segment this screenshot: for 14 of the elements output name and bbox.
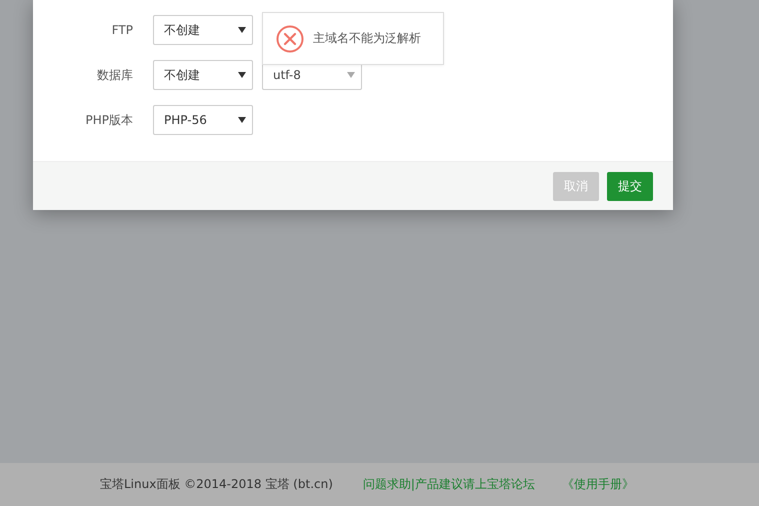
field-label: 数据库 bbox=[96, 66, 133, 84]
field-label: FTP bbox=[110, 23, 133, 37]
caret-icon bbox=[238, 27, 246, 33]
copyright-text: 宝塔Linux面板 ©2014-2018 宝塔 (bt.cn) bbox=[100, 476, 333, 493]
field-label: PHP版本 bbox=[84, 112, 133, 128]
submit-button[interactable]: 提交 bbox=[607, 172, 653, 200]
caret-icon bbox=[238, 72, 246, 78]
toast-message: 主域名不能为泛解析 bbox=[313, 30, 421, 47]
caret-icon bbox=[347, 72, 355, 78]
select-field[interactable]: 不创建 bbox=[153, 15, 253, 45]
select-field[interactable]: 不创建 bbox=[153, 60, 253, 90]
caret-icon bbox=[238, 117, 246, 123]
select-field[interactable]: PHP-56 bbox=[153, 105, 253, 135]
error-icon bbox=[276, 24, 304, 52]
